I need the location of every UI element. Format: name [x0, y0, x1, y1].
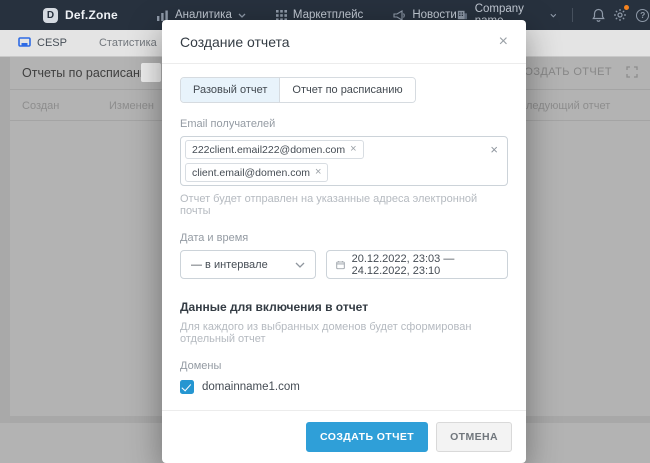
tab-cesp[interactable]: CESP — [0, 30, 83, 56]
email-chip-value: 222client.email222@domen.com — [192, 144, 345, 156]
modal-body: Разовый отчет Отчет по расписанию Email … — [162, 64, 526, 410]
bell-icon — [592, 8, 605, 22]
modal-header: Создание отчета × — [162, 20, 526, 64]
column-header-created: Создан — [22, 100, 59, 112]
domain-name: domainname1.com — [202, 381, 300, 393]
notifications-button[interactable] — [587, 2, 609, 28]
date-range-input[interactable]: 20.12.2022, 23:03 — 24.12.2022, 23:10 — [326, 250, 508, 279]
report-type-tabs: Разовый отчет Отчет по расписанию — [180, 77, 416, 103]
chevron-down-icon — [238, 13, 246, 18]
column-header-changed: Изменен — [109, 100, 154, 112]
gear-icon — [613, 8, 627, 22]
calendar-icon — [336, 259, 345, 271]
checkbox-checked[interactable] — [180, 380, 194, 394]
app-logo[interactable]: D Def.Zone — [43, 8, 118, 23]
grid-icon — [276, 10, 287, 21]
modal-title: Создание отчета — [180, 34, 290, 50]
create-report-modal: Создание отчета × Разовый отчет Отчет по… — [162, 20, 526, 463]
megaphone-icon — [393, 10, 406, 21]
collapsed-sidebar-rail — [0, 57, 10, 423]
email-chip: client.email@domen.com × — [185, 163, 328, 182]
interval-mode-value: — в интервале — [191, 259, 268, 271]
chevron-down-icon — [295, 262, 305, 268]
chip-remove-icon[interactable]: × — [350, 144, 356, 155]
logo-text: Def.Zone — [65, 8, 118, 22]
email-recipients-label: Email получателей — [180, 118, 508, 130]
tab-scheduled-report[interactable]: Отчет по расписанию — [279, 78, 414, 102]
scheduled-reports-toggle[interactable] — [141, 63, 161, 82]
tab-single-report[interactable]: Разовый отчет — [181, 78, 279, 102]
tab-label: Статистика — [99, 37, 157, 49]
bar-chart-icon — [156, 10, 169, 21]
submit-button[interactable]: СОЗДАТЬ ОТЧЕТ — [306, 422, 428, 452]
cancel-button[interactable]: ОТМЕНА — [436, 422, 512, 452]
chevron-down-icon — [550, 13, 557, 18]
domain-checkbox-row[interactable]: domainname1.com — [180, 380, 508, 394]
column-header-next-report: Следующий отчет — [518, 100, 610, 112]
date-range-value: 20.12.2022, 23:03 — 24.12.2022, 23:10 — [352, 253, 498, 277]
fullscreen-button[interactable] — [626, 66, 638, 78]
modal-footer: СОЗДАТЬ ОТЧЕТ ОТМЕНА — [162, 410, 526, 463]
datetime-row: — в интервале 20.12.2022, 23:03 — 24.12.… — [180, 250, 508, 279]
data-section-helper: Для каждого из выбранных доменов будет с… — [180, 321, 508, 345]
email-chip: 222client.email222@domen.com × — [185, 140, 364, 159]
email-recipients-input[interactable]: 222client.email222@domen.com × client.em… — [180, 136, 508, 186]
help-button[interactable]: ? — [632, 2, 650, 28]
email-helper-text: Отчет будет отправлен на указанные адрес… — [180, 193, 508, 217]
cesp-icon — [18, 37, 31, 49]
tab-statistics[interactable]: Статистика — [83, 30, 173, 56]
help-icon: ? — [636, 9, 649, 22]
close-icon[interactable]: × — [499, 34, 508, 50]
create-report-label: СОЗДАТЬ ОТЧЕТ — [516, 66, 612, 78]
domains-label: Домены — [180, 360, 508, 372]
email-chip-value: client.email@domen.com — [192, 167, 310, 179]
page-title: Отчеты по расписанию — [22, 66, 156, 80]
tab-label: CESP — [37, 37, 67, 49]
expand-icon — [626, 66, 638, 78]
data-section-heading: Данные для включения в отчет — [180, 300, 508, 314]
datetime-label: Дата и время — [180, 232, 508, 244]
logo-icon: D — [43, 8, 58, 23]
chip-remove-icon[interactable]: × — [315, 167, 321, 178]
clear-all-icon[interactable]: × — [490, 143, 498, 156]
interval-mode-select[interactable]: — в интервале — [180, 250, 316, 279]
divider — [572, 8, 573, 22]
notification-dot — [624, 5, 629, 10]
settings-button[interactable] — [609, 2, 631, 28]
